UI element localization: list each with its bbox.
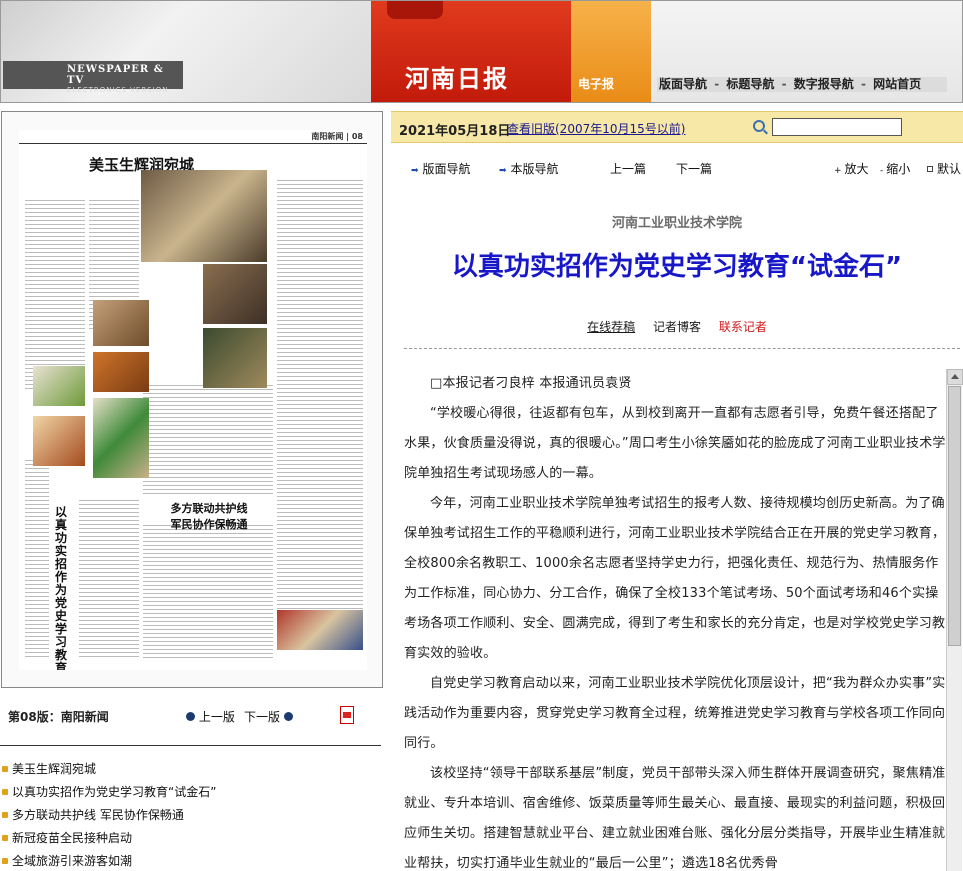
page-label: 第08版：南阳新闻: [8, 710, 109, 724]
thumb-photo-jade-green: [93, 398, 149, 478]
thumb-photo-market: [141, 170, 267, 262]
article-paragraph: 自党史学习教育启动以来，河南工业职业技术学院优化顶层设计，把“我为群众办实事”实…: [404, 676, 946, 751]
square-icon: [927, 166, 933, 172]
thumb-subheadline: 多方联动共护线 军民协作保畅通: [170, 502, 248, 531]
thumb-vertical-headline: 以真功实招作为党史学习教育试金石: [55, 505, 68, 671]
thumb-text-col: [79, 500, 139, 660]
thumb-photo-jade-orange: [93, 352, 149, 392]
brand-box: NEWSPAPER & TV ELECTRONICS VERSION: [3, 61, 183, 94]
article-title: 以真功实招作为党史学习教育“试金石”: [451, 252, 903, 282]
old-version-link[interactable]: 查看旧版(2007年10月15号以前): [507, 120, 685, 137]
date-bar: 2021年05月18日 查看旧版(2007年10月15号以前): [391, 111, 963, 143]
thumb-photo-workshop: [203, 328, 267, 388]
brand-line1: NEWSPAPER & TV: [67, 64, 164, 86]
online-recommend-link[interactable]: 在线荐稿: [587, 320, 635, 334]
next-article-link[interactable]: 下一篇: [676, 160, 712, 177]
list-item[interactable]: 新冠疫苗全民接种启动: [0, 829, 381, 852]
thumb-photo-jade-small: [33, 366, 85, 406]
page-thumbnail-frame: 南阳新闻 | 08 美玉生辉润宛城 多方联动共护线 军民协作保畅通 以真功实招作为…: [1, 111, 383, 688]
article-scrollbar[interactable]: [946, 369, 963, 871]
article-body: □本报记者刁良梓 本报通讯员袁贤 “学校暖心得很，往返都有包车，从到校到离开一直…: [404, 369, 946, 871]
article-meta: 在线荐稿 记者博客 联系记者: [391, 318, 963, 335]
prev-article-link[interactable]: 上一篇: [610, 160, 646, 177]
list-item[interactable]: 美玉生辉润宛城: [0, 760, 381, 783]
article-toolbar: ➡ 版面导航 ➡ 本版导航 上一篇 下一篇 + 放大 - 缩小 默认: [391, 158, 963, 178]
thumb-text-col: [277, 180, 363, 620]
article-byline: □本报记者刁良梓 本报通讯员袁贤: [430, 376, 632, 391]
list-item[interactable]: 以真功实招作为党史学习教育“试金石”: [0, 783, 381, 806]
article-paragraph: 该校坚持“领导干部联系基层”制度，党员干部带头深入师生群体开展调查研究，聚焦精准…: [404, 766, 946, 871]
thumbnail-page-number: 南阳新闻 | 08: [311, 132, 363, 141]
search-icon[interactable]: [753, 120, 765, 132]
thumb-photo-stage: [277, 610, 363, 650]
site-banner: NEWSPAPER & TV ELECTRONICS VERSION 河南日报 …: [0, 0, 963, 103]
scroll-up-icon[interactable]: [947, 369, 963, 385]
article-list: 美玉生辉润宛城 以真功实招作为党史学习教育“试金石” 多方联动共护线 军民协作保…: [0, 760, 381, 871]
nav-title-nav[interactable]: 标题导航: [726, 77, 774, 91]
paper-name: 河南日报: [405, 64, 509, 93]
this-page-nav-link[interactable]: ➡ 本版导航: [499, 160, 559, 177]
thumb-photo-artisan: [93, 300, 149, 346]
scrollbar-thumb[interactable]: [948, 386, 961, 646]
prev-arrow-icon: [186, 712, 195, 721]
default-size-button[interactable]: 默认: [927, 160, 961, 177]
nav-home[interactable]: 网站首页: [873, 77, 921, 91]
reporter-blog-link[interactable]: 记者博客: [653, 320, 701, 334]
thumb-photo-carving: [203, 264, 267, 324]
thumbnail-header: 南阳新闻 | 08: [19, 130, 367, 144]
issue-date: 2021年05月18日: [399, 124, 511, 139]
page-nav-link[interactable]: ➡ 版面导航: [411, 160, 471, 177]
pdf-download-icon[interactable]: [340, 706, 354, 724]
contact-reporter-link[interactable]: 联系记者: [719, 320, 767, 334]
next-arrow-icon: [283, 712, 293, 721]
divider: [404, 348, 960, 349]
nav-digital-nav[interactable]: 数字报导航: [794, 77, 854, 91]
zoom-out-button[interactable]: - 缩小: [880, 160, 910, 177]
top-navbar: 版面导航 - 标题导航 - 数字报导航 - 网站首页: [657, 77, 947, 92]
page-thumbnail[interactable]: 南阳新闻 | 08 美玉生辉润宛城 多方联动共护线 军民协作保畅通 以真功实招作为…: [19, 130, 367, 670]
list-item[interactable]: 多方联动共护线 军民协作保畅通: [0, 806, 381, 829]
banner-red-tab: [387, 1, 443, 19]
prev-page-link[interactable]: 上一版: [186, 708, 235, 725]
article-subtitle: 河南工业职业技术学院: [611, 216, 742, 231]
article-paragraph: “学校暖心得很，往返都有包车，从到校到离开一直都有志愿者引导，免费午餐还搭配了水…: [404, 406, 946, 481]
zoom-in-button[interactable]: + 放大: [834, 160, 869, 177]
thumb-text-col: [25, 200, 85, 390]
nav-page-nav[interactable]: 版面导航: [659, 77, 707, 91]
thumb-photo-vase: [33, 416, 85, 466]
edition-type: 电子报: [578, 77, 615, 91]
thumb-text-col: [143, 525, 273, 660]
list-item[interactable]: 全域旅游引来游客如潮: [0, 852, 381, 871]
next-page-link[interactable]: 下一版: [244, 708, 293, 725]
thumb-text-col: [143, 385, 273, 495]
thumb-text-col: [25, 460, 49, 660]
search-input[interactable]: [772, 118, 902, 136]
divider: [0, 745, 381, 746]
article-paragraph: 今年，河南工业职业技术学院单独考试招生的报考人数、接待规模均创历史新高。为了确保…: [404, 496, 946, 661]
brand-line2: ELECTRONICS VERSION: [67, 86, 169, 94]
page-navigation-bar: 第08版：南阳新闻 上一版 下一版: [8, 708, 378, 726]
